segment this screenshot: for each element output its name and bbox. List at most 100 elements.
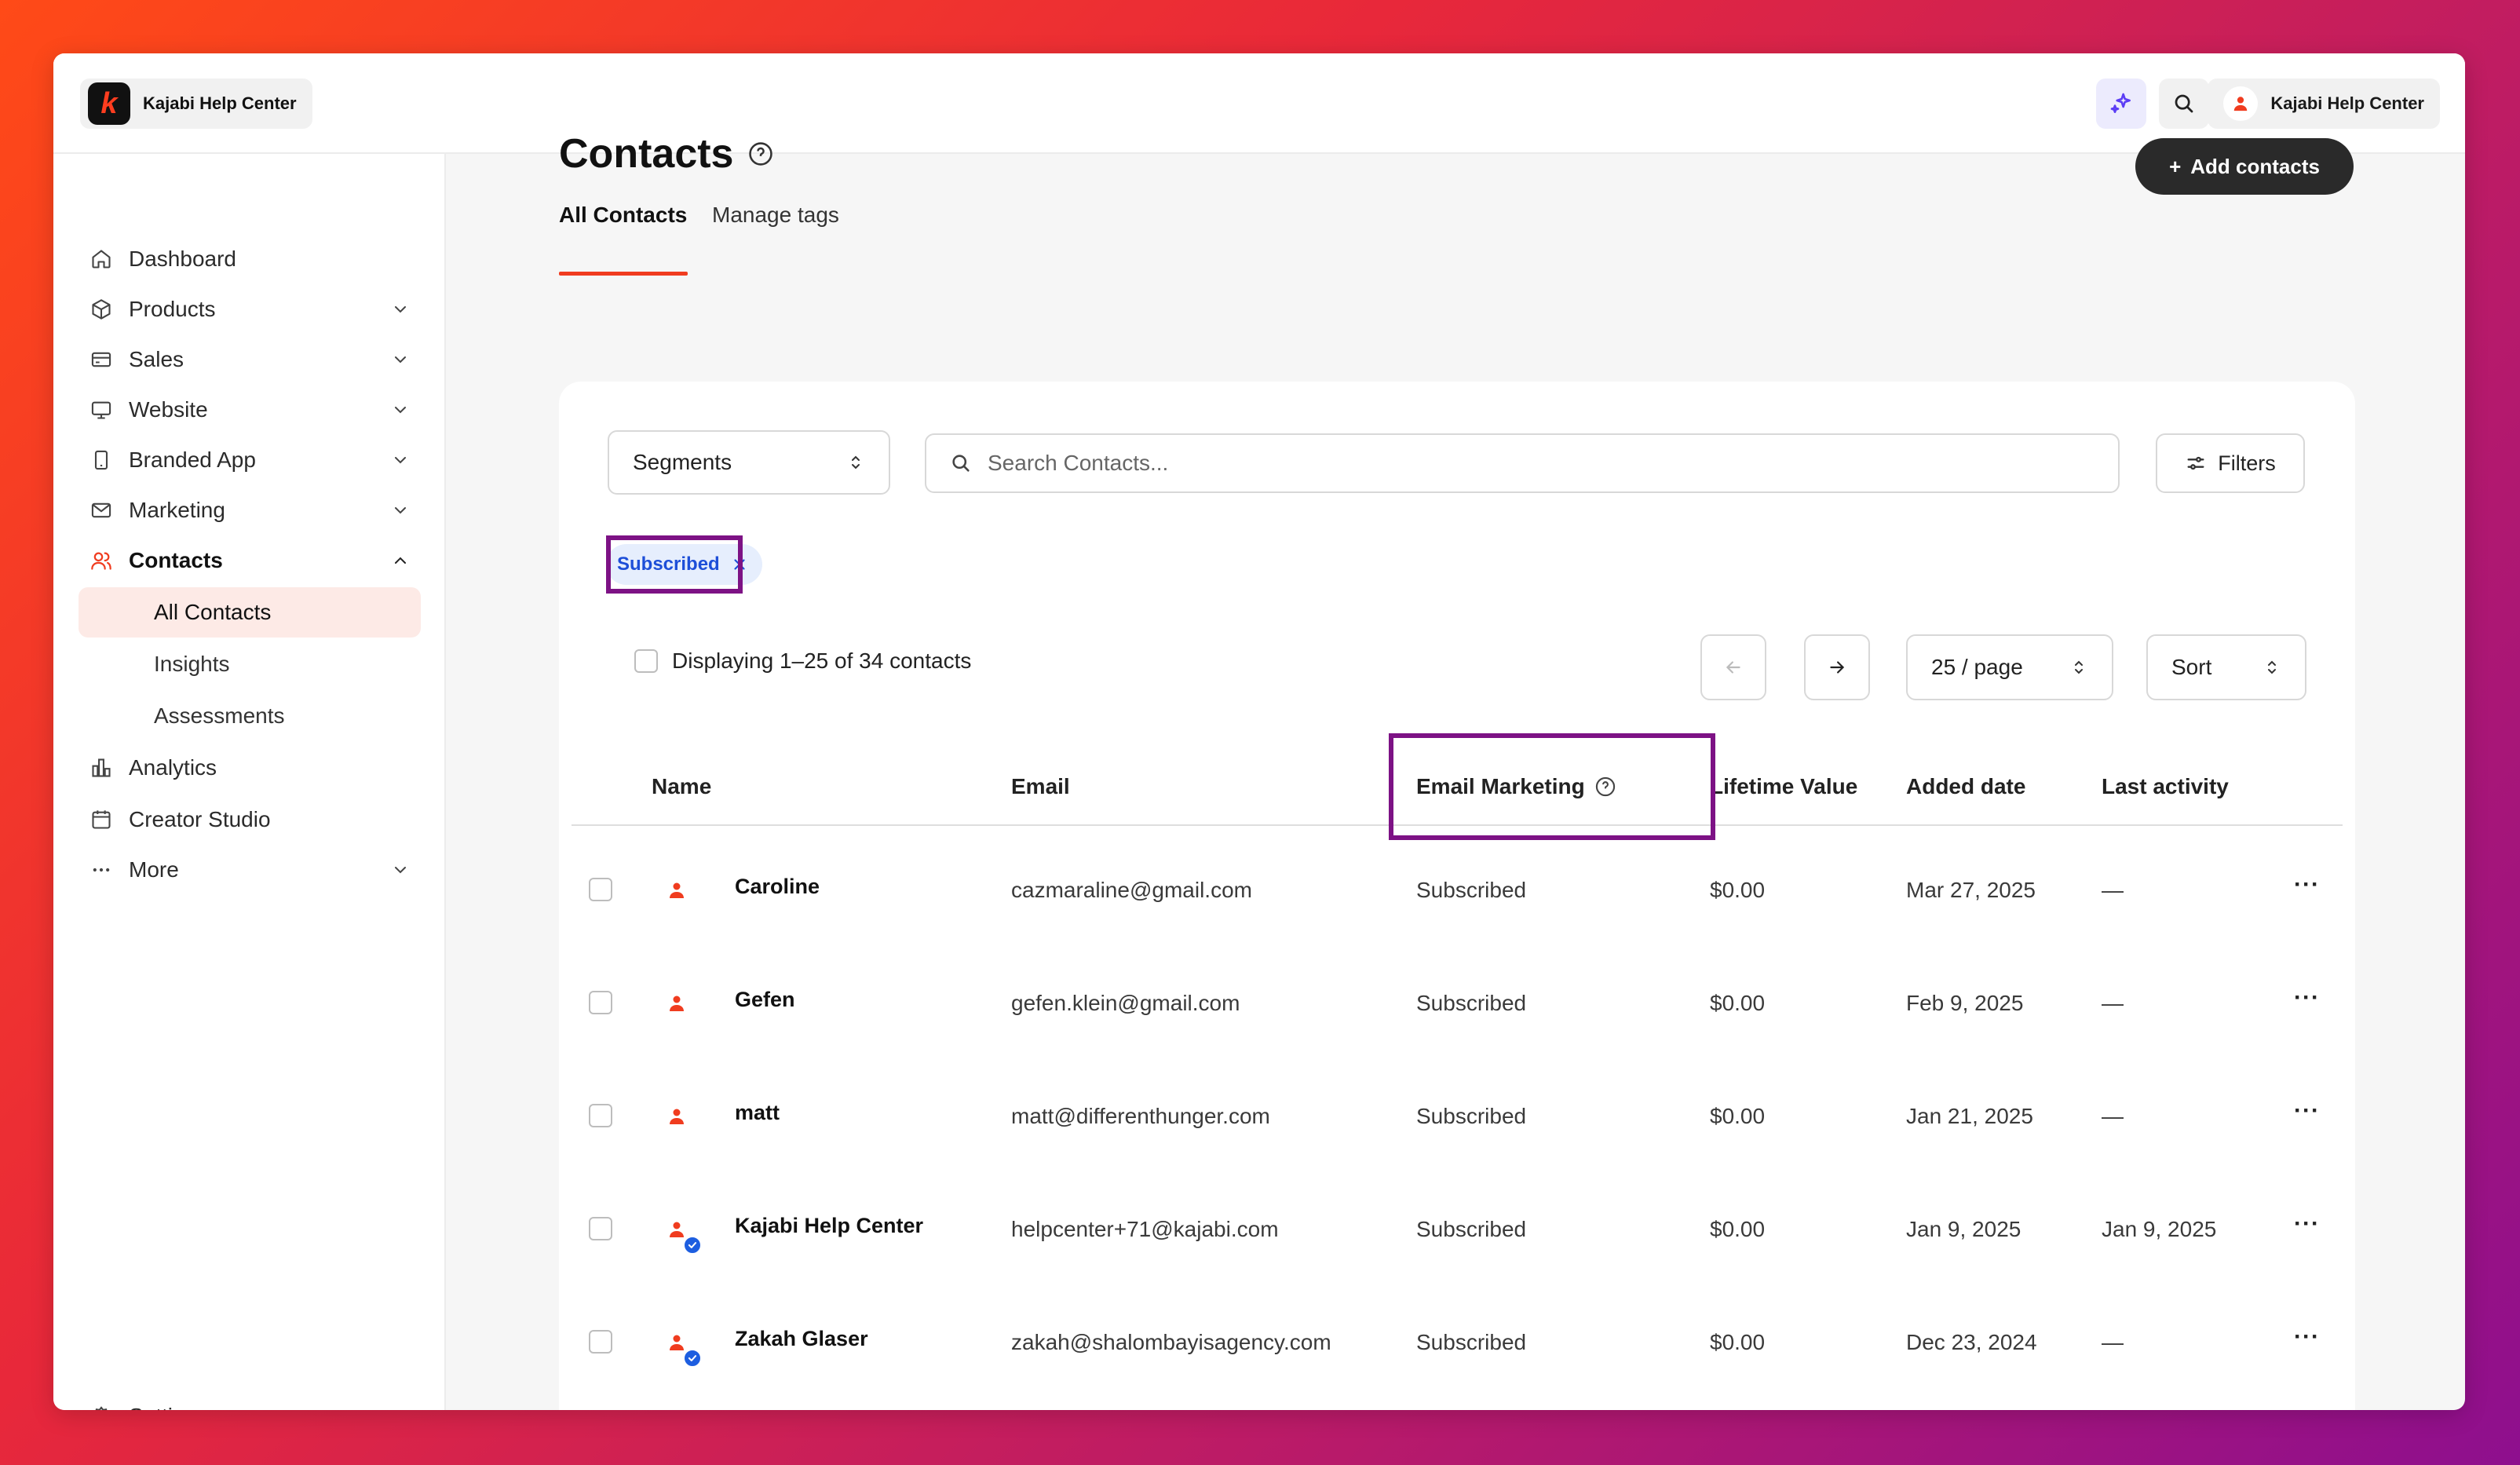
contact-name[interactable]: Kajabi Help Center: [735, 1214, 923, 1238]
site-name: Kajabi Help Center: [143, 93, 297, 113]
help-icon[interactable]: [747, 141, 774, 167]
tab-all-contacts[interactable]: All Contacts: [559, 203, 687, 228]
sidebar-item-label: Creator Studio: [129, 807, 271, 831]
site-switcher[interactable]: k Kajabi Help Center: [80, 79, 312, 129]
active-tab-indicator: [559, 272, 688, 276]
row-checkbox[interactable]: [589, 1330, 612, 1354]
row-actions-menu-icon[interactable]: ···: [2294, 985, 2320, 1011]
last-activity: —: [2102, 878, 2124, 902]
contact-name[interactable]: Caroline: [735, 875, 820, 899]
search-input[interactable]: [988, 451, 2087, 476]
row-checkbox[interactable]: [589, 1217, 612, 1240]
column-header-last-activity[interactable]: Last activity: [2102, 774, 2229, 799]
column-header-added-date[interactable]: Added date: [1906, 774, 2025, 799]
sidebar-item-sales[interactable]: Sales: [79, 334, 421, 385]
prev-page-button[interactable]: [1700, 634, 1766, 700]
last-activity: Jan 9, 2025: [2102, 1217, 2217, 1241]
add-contacts-button[interactable]: + Add contacts: [2135, 138, 2354, 195]
sidebar-item-assessments[interactable]: Assessments: [79, 691, 421, 741]
plus-icon: +: [2169, 154, 2182, 178]
added-date: Jan 21, 2025: [1906, 1104, 2033, 1128]
kajabi-logo: k: [88, 82, 130, 125]
row-actions-menu-icon[interactable]: ···: [2294, 1098, 2320, 1124]
table-row[interactable]: Gefen gefen.klein@gmail.com Subscribed $0.0…: [559, 950, 2355, 1063]
contact-email[interactable]: matt@differenthunger.com: [1011, 1104, 1270, 1129]
filter-chip-subscribed[interactable]: Subscribed: [606, 544, 762, 585]
table-row[interactable]: Zakah Glaser zakah@shalombayisagency.com S…: [559, 1289, 2355, 1402]
search-button[interactable]: [2159, 79, 2209, 129]
tab-manage-tags[interactable]: Manage tags: [712, 203, 839, 228]
contact-avatar: [659, 1099, 694, 1134]
email-marketing-status: Subscribed: [1416, 1217, 1527, 1241]
sort-select[interactable]: Sort: [2146, 634, 2306, 700]
chevron-down-icon: [395, 407, 406, 414]
contact-name[interactable]: matt: [735, 1101, 780, 1125]
verified-badge-icon: [683, 1236, 702, 1255]
account-menu[interactable]: Kajabi Help Center: [2208, 79, 2440, 129]
row-actions-menu-icon[interactable]: ···: [2294, 871, 2320, 898]
per-page-select[interactable]: 25 / page: [1906, 634, 2113, 700]
sidebar-item-contacts[interactable]: Contacts: [79, 535, 421, 586]
segments-select[interactable]: Segments: [608, 430, 890, 495]
added-date: Jan 9, 2025: [1906, 1217, 2021, 1241]
row-actions-menu-icon[interactable]: ···: [2294, 1324, 2320, 1350]
next-page-button[interactable]: [1804, 634, 1870, 700]
contact-email[interactable]: gefen.klein@gmail.com: [1011, 991, 1240, 1016]
table-row[interactable]: matt matt@differenthunger.com Subscribed $0…: [559, 1063, 2355, 1176]
page-title-text: Contacts: [559, 131, 734, 177]
table-row[interactable]: Caroline cazmaraline@gmail.com Subscribed $…: [559, 837, 2355, 950]
sidebar-item-products[interactable]: Products: [79, 284, 421, 334]
row-checkbox[interactable]: [589, 878, 612, 901]
chevron-down-icon: [395, 507, 406, 514]
row-checkbox[interactable]: [589, 991, 612, 1014]
help-icon[interactable]: [1594, 776, 1616, 798]
header-divider: [572, 824, 2343, 826]
contact-email[interactable]: cazmaraline@gmail.com: [1011, 878, 1252, 903]
sidebar-item-analytics[interactable]: Analytics: [79, 743, 421, 793]
column-header-email[interactable]: Email: [1011, 774, 1070, 799]
table-row[interactable]: emilyemilysfunmail@gmail.comSubscribed$0…: [559, 1402, 2355, 1410]
lifetime-value: $0.00: [1710, 991, 1766, 1015]
sidebar-item-label: Branded App: [129, 448, 256, 472]
email-marketing-status: Subscribed: [1416, 1104, 1527, 1128]
gear-icon: [95, 1406, 108, 1410]
user-icon: [670, 1109, 684, 1124]
column-header-email-marketing[interactable]: Email Marketing: [1416, 774, 1616, 799]
sidebar-item-settings[interactable]: Settings: [79, 1391, 421, 1410]
contact-avatar: [659, 873, 694, 908]
sidebar-item-all-contacts[interactable]: All Contacts: [79, 587, 421, 638]
sidebar-item-dashboard[interactable]: Dashboard: [79, 234, 421, 284]
close-icon[interactable]: [731, 556, 748, 573]
page-title: Contacts: [559, 130, 774, 177]
user-icon: [670, 882, 684, 898]
contact-avatar: [659, 986, 694, 1021]
column-header-name[interactable]: Name: [652, 774, 711, 799]
contact-name[interactable]: Zakah Glaser: [735, 1327, 868, 1351]
contact-email[interactable]: zakah@shalombayisagency.com: [1011, 1330, 1331, 1355]
top-bar: k Kajabi Help Center Kajabi Help Center: [53, 53, 2465, 154]
column-header-lifetime-value[interactable]: Lifetime Value: [1710, 774, 1857, 799]
sidebar-item-insights[interactable]: Insights: [79, 639, 421, 689]
sidebar-item-branded-app[interactable]: Branded App: [79, 435, 421, 485]
home-icon: [92, 250, 111, 269]
row-checkbox[interactable]: [589, 1104, 612, 1127]
contact-name[interactable]: Gefen: [735, 988, 795, 1012]
sidebar-item-more[interactable]: More: [79, 845, 421, 895]
chevron-up-down-icon: [852, 455, 860, 469]
chevron-down-icon: [395, 356, 406, 364]
sidebar-item-label: Contacts: [129, 548, 223, 572]
select-all-checkbox[interactable]: [634, 649, 658, 673]
user-icon: [670, 1222, 684, 1237]
sidebar-item-marketing[interactable]: Marketing: [79, 485, 421, 535]
ai-assistant-button[interactable]: [2096, 79, 2146, 129]
sidebar-item-creator-studio[interactable]: Creator Studio: [79, 795, 421, 845]
user-icon: [2234, 97, 2248, 111]
filters-button[interactable]: Filters: [2156, 433, 2305, 493]
sidebar-item-website[interactable]: Website: [79, 385, 421, 435]
table-row[interactable]: Kajabi Help Center helpcenter+71@kajabi.c…: [559, 1176, 2355, 1289]
sidebar-item-label: Website: [129, 397, 208, 422]
row-actions-menu-icon[interactable]: ···: [2294, 1211, 2320, 1237]
contact-email[interactable]: helpcenter+71@kajabi.com: [1011, 1217, 1279, 1242]
search-field[interactable]: [925, 433, 2120, 493]
account-name: Kajabi Help Center: [2270, 93, 2424, 113]
